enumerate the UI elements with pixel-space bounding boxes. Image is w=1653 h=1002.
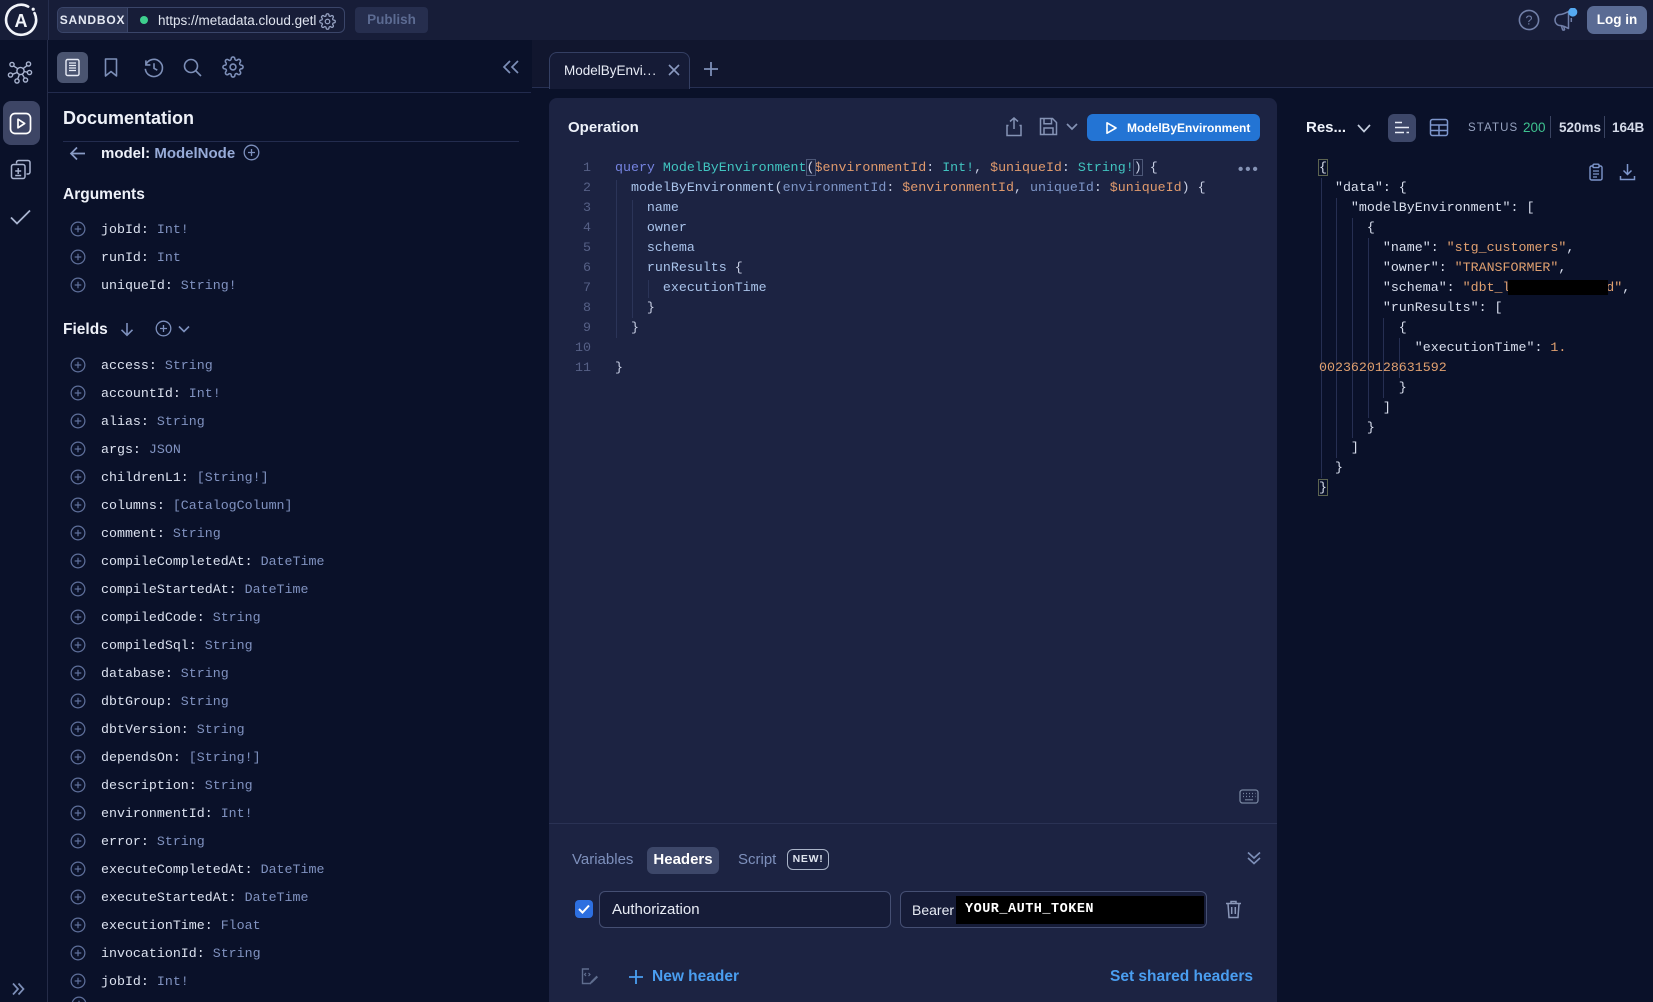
svg-text:?: ? (1526, 14, 1533, 28)
svg-text:A: A (15, 11, 28, 31)
